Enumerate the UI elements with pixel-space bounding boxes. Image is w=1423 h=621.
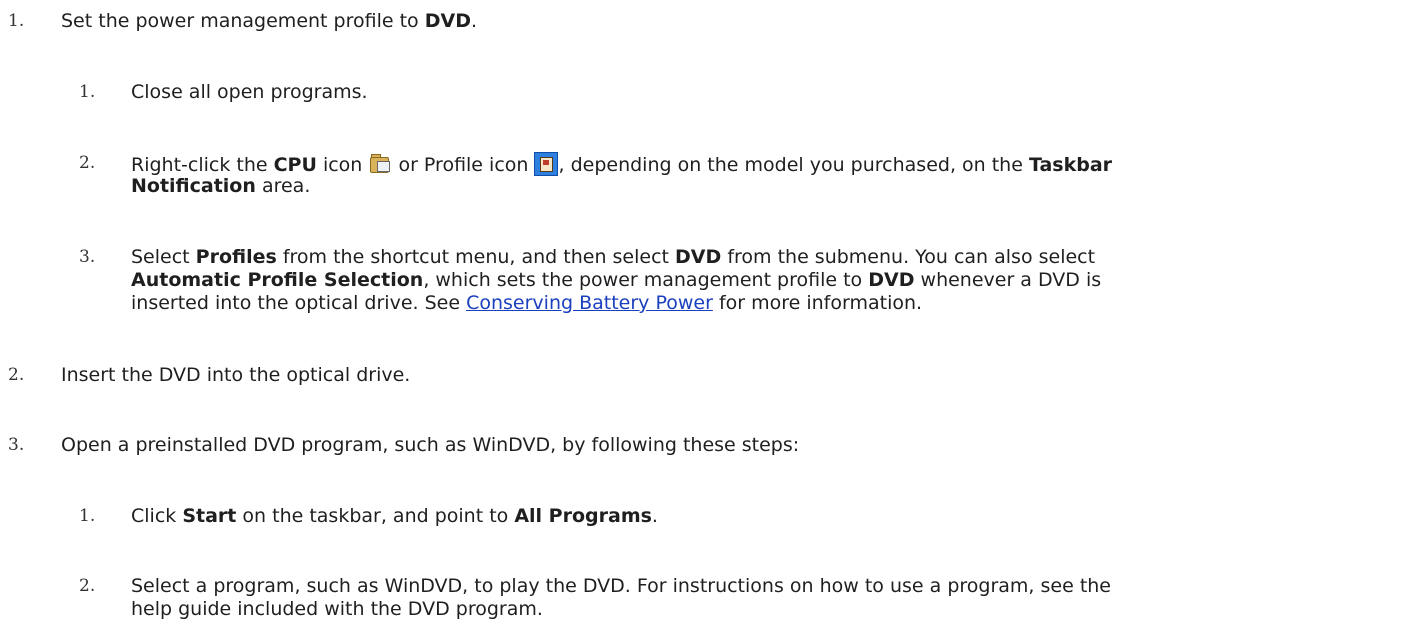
step-number: 2. (8, 365, 25, 385)
substep-number: 1. (79, 506, 96, 526)
substep-text-cont: inserted into the optical drive. See Con… (131, 292, 923, 314)
substep-text: Select Profiles from the shortcut menu, … (131, 246, 1096, 268)
conserving-battery-power-link[interactable]: Conserving Battery Power (466, 292, 713, 314)
substep-number: 1. (79, 82, 96, 102)
substep-text: Select a program, such as WinDVD, to pla… (131, 575, 1111, 597)
substep-text-cont: help guide included with the DVD program… (131, 598, 543, 620)
substep-number: 3. (79, 247, 96, 267)
step-number: 3. (8, 435, 25, 455)
step-1-text: Set the power management profile to DVD. (61, 10, 478, 32)
step-2-text: Insert the DVD into the optical drive. (61, 364, 411, 386)
substep-text-cont: Automatic Profile Selection, which sets … (131, 269, 1102, 291)
substep-number: 2. (79, 153, 96, 173)
step-3-text: Open a preinstalled DVD program, such as… (61, 434, 800, 456)
substep-text: Right-click the CPU icon or Profile icon… (131, 152, 1113, 176)
substep-text: Close all open programs. (131, 81, 368, 103)
substep-text: Click Start on the taskbar, and point to… (131, 505, 658, 527)
profile-icon (534, 152, 559, 176)
cpu-icon (368, 152, 392, 176)
substep-text-cont: Notification area. (131, 175, 311, 197)
step-number: 1. (8, 11, 25, 31)
substep-number: 2. (79, 576, 96, 596)
